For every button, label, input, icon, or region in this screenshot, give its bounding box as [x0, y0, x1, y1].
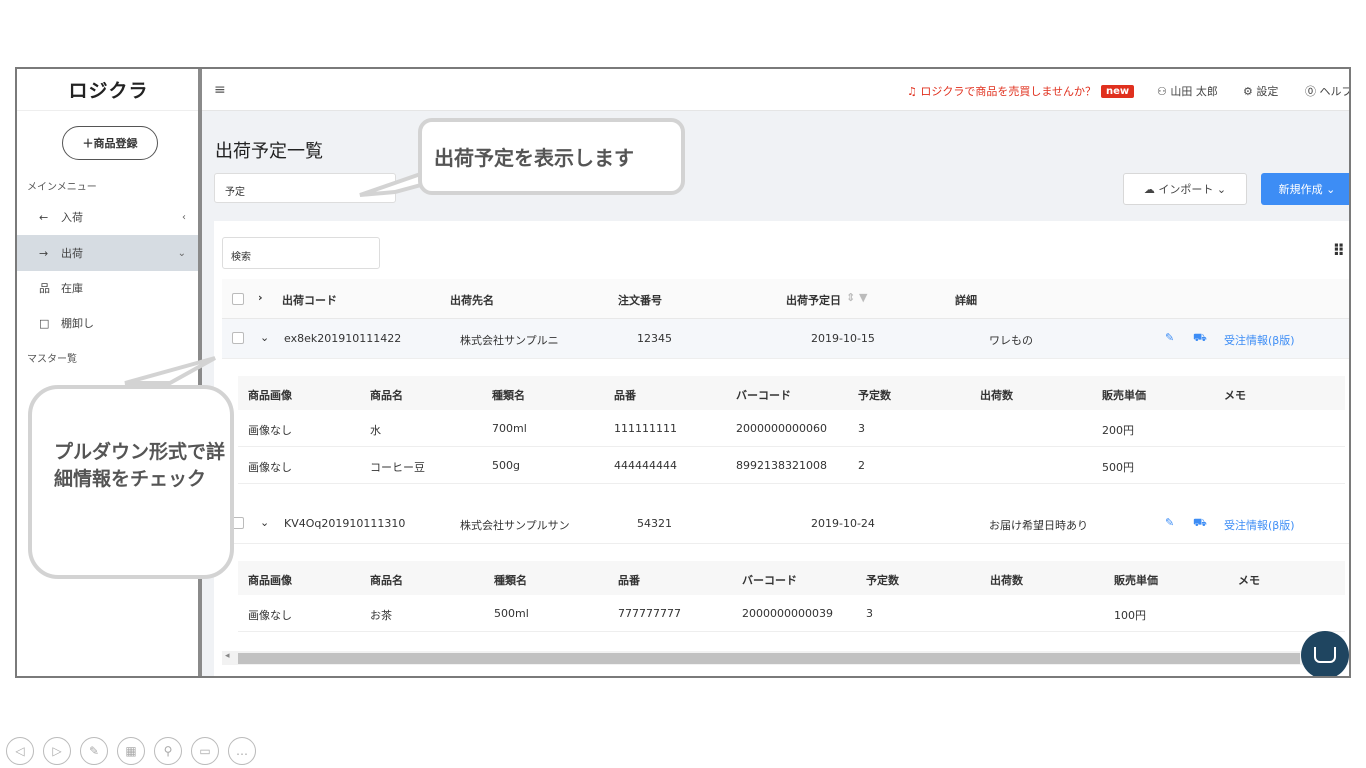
presentation-toolbar: ◁ ▷ ✎ ▦ ⚲ ▭ … [6, 737, 265, 765]
subtitles-icon[interactable]: ▭ [191, 737, 219, 765]
more-icon[interactable]: … [228, 737, 256, 765]
callout-top: 出荷予定を表示します [418, 118, 685, 195]
zoom-icon[interactable]: ⚲ [154, 737, 182, 765]
previous-icon[interactable]: ◁ [6, 737, 34, 765]
callout-tail-left [124, 356, 216, 385]
pen-icon[interactable]: ✎ [80, 737, 108, 765]
callout-left: プルダウン形式で詳細情報をチェック [28, 385, 234, 579]
next-icon[interactable]: ▷ [43, 737, 71, 765]
callout-tails [124, 167, 434, 385]
slides-icon[interactable]: ▦ [117, 737, 145, 765]
